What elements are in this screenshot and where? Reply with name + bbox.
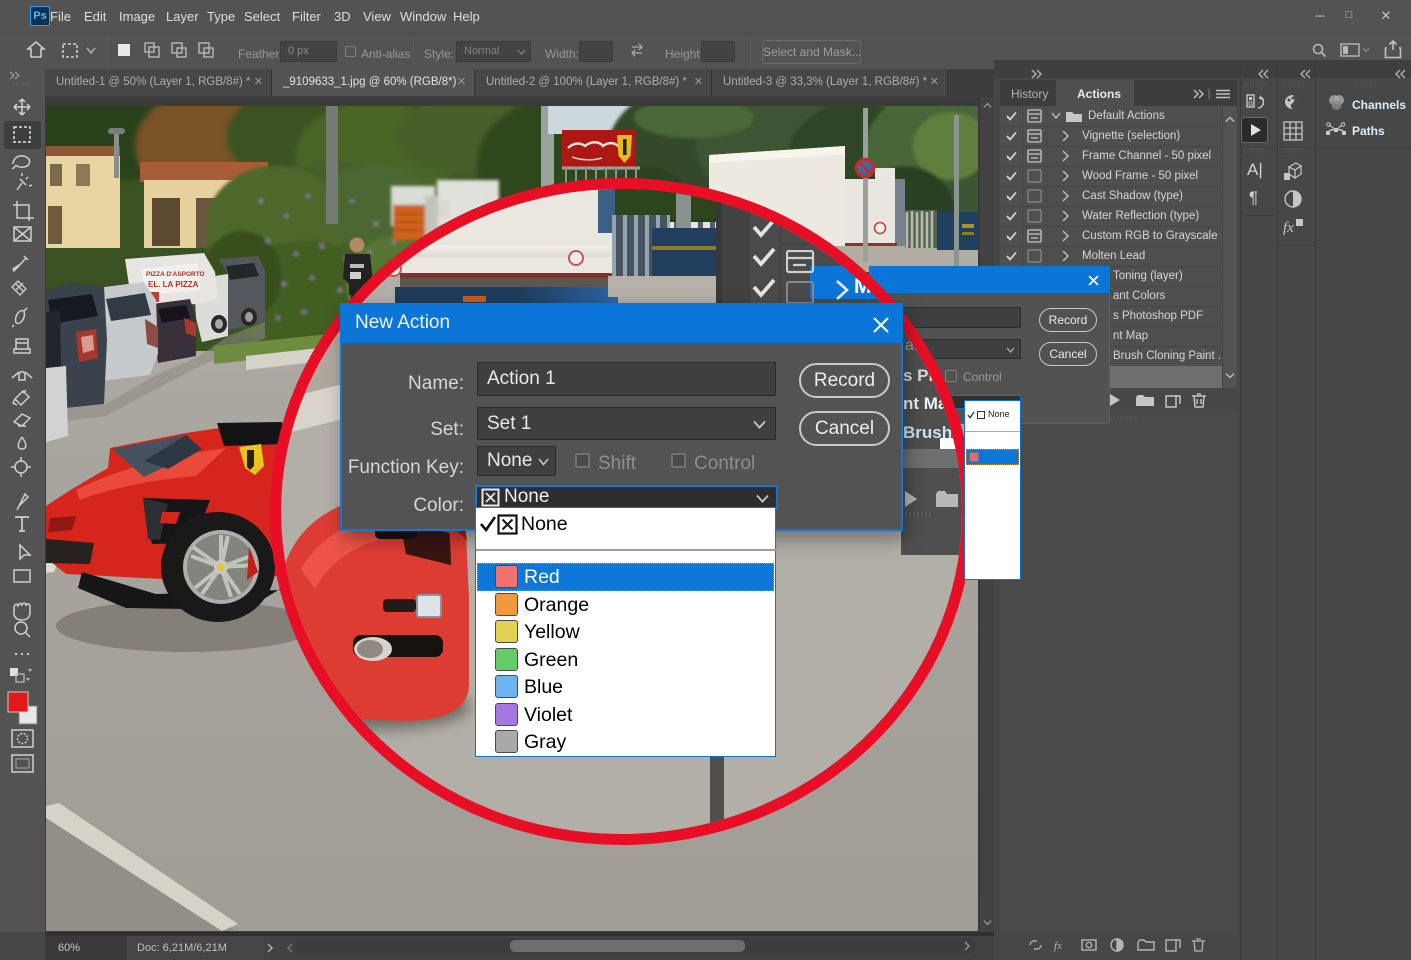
- svg-text:fx: fx: [1054, 940, 1062, 952]
- svg-text:PIZZA D'ASPORTO: PIZZA D'ASPORTO: [146, 271, 205, 278]
- svg-text:fx: fx: [1283, 220, 1294, 236]
- svg-text:EL. LA PIZZA: EL. LA PIZZA: [148, 280, 199, 289]
